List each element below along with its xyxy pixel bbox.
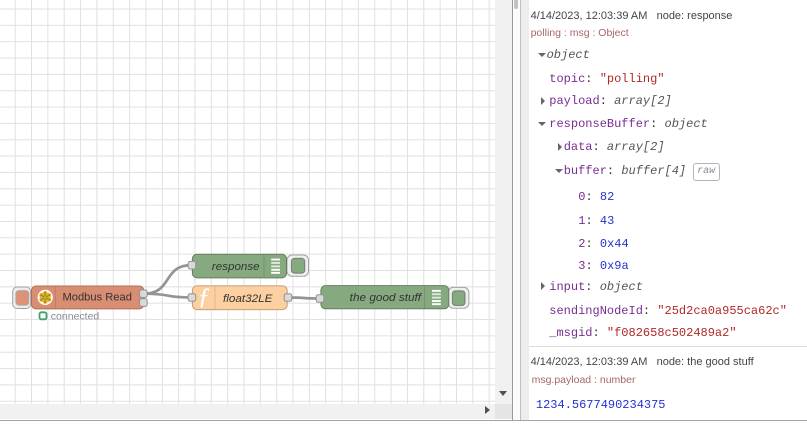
svg-text:Modbus Read: Modbus Read (63, 292, 132, 304)
svg-text:connected: connected (51, 311, 100, 323)
svg-text:float32LE: float32LE (223, 293, 273, 305)
svg-text:ƒ: ƒ (198, 284, 210, 309)
svg-text:the good stuff: the good stuff (350, 292, 422, 304)
svg-text:response: response (212, 261, 260, 273)
